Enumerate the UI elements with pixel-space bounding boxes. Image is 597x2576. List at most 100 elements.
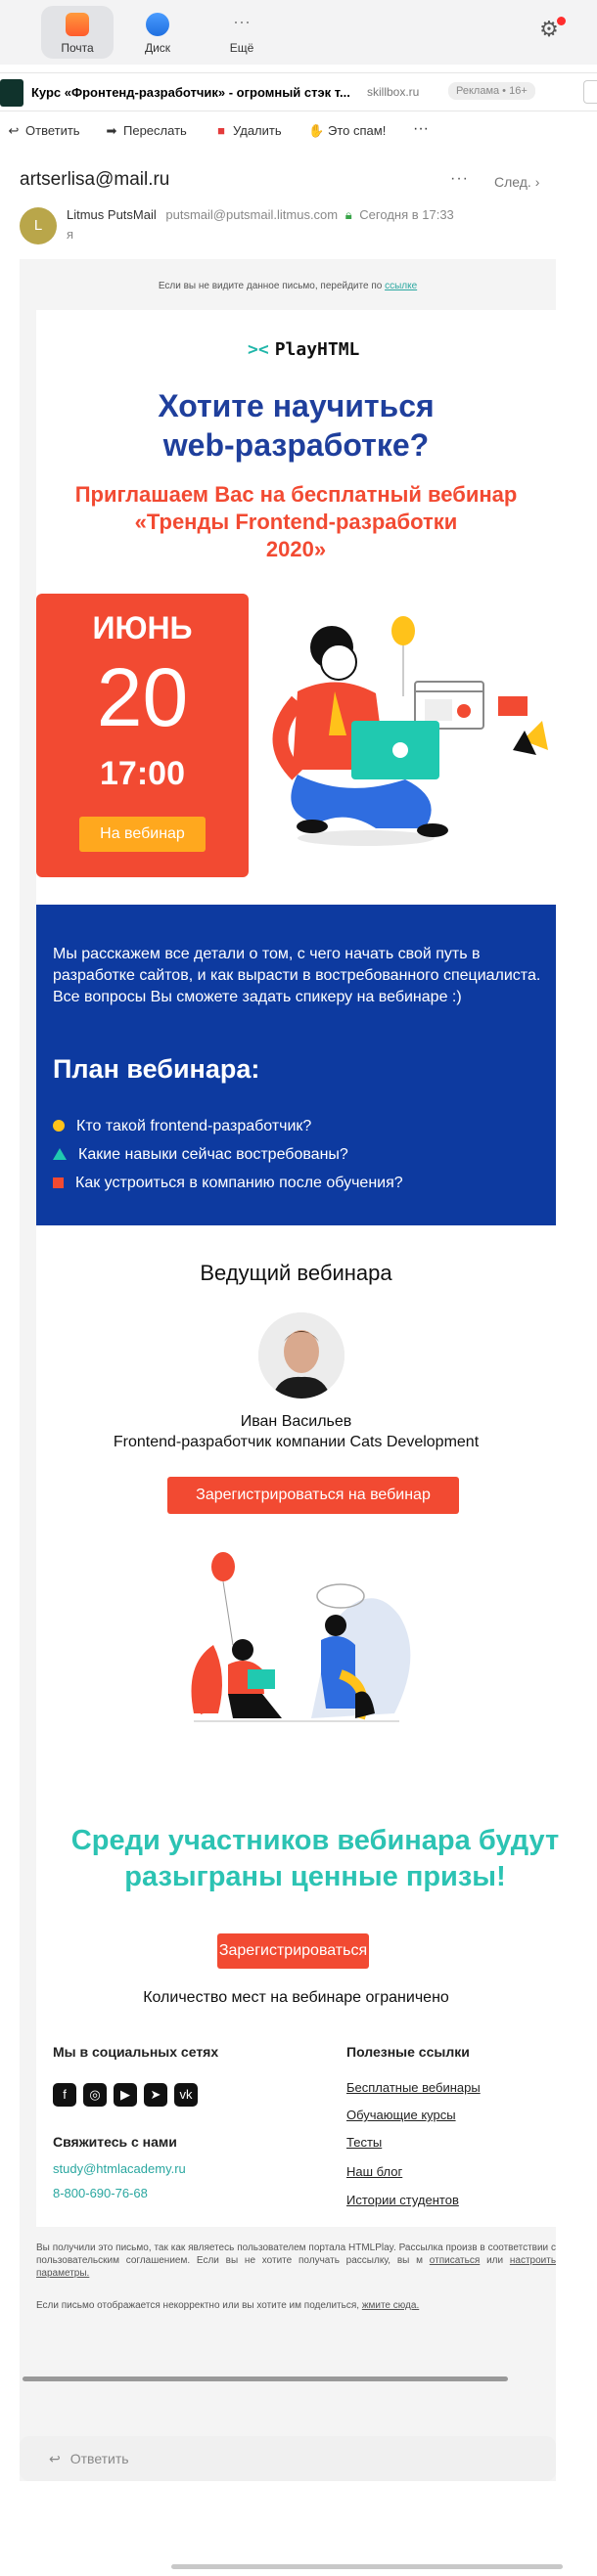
preheader-link[interactable]: ссылке — [385, 281, 417, 291]
contact-email[interactable]: study@htmlacademy.ru — [53, 2161, 186, 2176]
footer-link[interactable]: Обучающие курсы — [346, 2108, 456, 2122]
limited-seats-note: Количество мест на вебинаре ограничено — [143, 1989, 449, 2006]
tab-mail-label: Почта — [61, 41, 94, 55]
unsubscribe-link[interactable]: отписаться — [430, 2255, 480, 2266]
trash-icon: ■ — [217, 123, 225, 138]
to-me-label: я — [67, 227, 74, 242]
webinar-plan: Мы расскажем все детали о том, с чего на… — [36, 905, 556, 1225]
footer-link[interactable]: Наш блог — [346, 2164, 402, 2179]
ad-banner[interactable]: Курс «Фронтенд-разработчик» - огромный с… — [0, 72, 597, 111]
disk-icon — [146, 13, 169, 36]
preheader: Если вы не видите данное письмо, перейди… — [20, 281, 556, 291]
next-message-button[interactable]: След. › — [494, 174, 539, 190]
share-text: Если письмо отображается некорректно или… — [36, 2300, 360, 2311]
sender-address[interactable]: putsmail@putsmail.litmus.com — [165, 207, 338, 222]
next-label: След. — [494, 174, 531, 190]
chevron-right-icon: › — [534, 174, 540, 190]
spam-icon: ✋ — [308, 123, 325, 138]
header-more-button[interactable]: ··· — [450, 170, 469, 188]
app-bar: Почта Диск ··· Ещё ⚙ — [0, 0, 597, 65]
host-role: Frontend-разработчик компании Cats Devel… — [113, 1434, 480, 1450]
forward-button[interactable]: ➡ Переслать — [104, 123, 187, 139]
footer-link[interactable]: Бесплатные вебинары — [346, 2080, 481, 2095]
lock-icon: 🔒︎ — [344, 207, 352, 222]
square-bullet-icon — [53, 1177, 64, 1188]
mail-icon — [66, 13, 89, 36]
spam-button[interactable]: ✋ Это спам! — [308, 123, 386, 139]
headline: Хотите научиться web-разработке? — [36, 386, 556, 465]
delete-button[interactable]: ■ Удалить — [213, 123, 282, 138]
tab-more[interactable]: ··· Ещё — [206, 6, 278, 59]
reply-icon: ↩ — [49, 2451, 61, 2466]
footer-link[interactable]: Тесты — [346, 2135, 382, 2150]
register-button[interactable]: Зарегистрироваться — [217, 1933, 369, 1969]
share-link[interactable]: жмите сюда. — [362, 2300, 419, 2311]
playhtml-logo[interactable]: >< PlayHTML — [248, 339, 359, 360]
webinar-date-card: ИЮНЬ 20 17:00 На вебинар — [36, 594, 249, 877]
sender-line: Litmus PutsMail putsmail@putsmail.litmus… — [67, 207, 454, 223]
tab-disk[interactable]: Диск — [121, 6, 194, 59]
delete-label: Удалить — [233, 123, 282, 138]
telegram-icon[interactable]: ➤ — [144, 2083, 167, 2107]
more-actions-button[interactable]: ··· — [413, 120, 429, 138]
ad-thumbnail — [0, 79, 23, 107]
contact-phone[interactable]: 8-800-690-76-68 — [53, 2186, 148, 2200]
host-portrait-icon — [258, 1312, 344, 1399]
letter-card: >< PlayHTML Хотите научиться web-разработ… — [36, 310, 559, 2227]
subheadline-line-3: 2020» — [265, 537, 327, 561]
webinar-month: ИЮНЬ — [92, 610, 193, 645]
logo-icon: >< — [248, 339, 269, 360]
facebook-icon[interactable]: f — [53, 2083, 76, 2107]
webinar-day: 20 — [96, 651, 189, 743]
tab-mail[interactable]: Почта — [41, 6, 114, 59]
legal-notice: Вы получили это письмо, так как являетес… — [36, 2242, 556, 2280]
footer-link[interactable]: Истории студентов — [346, 2193, 459, 2207]
plan-item: Как устроиться в компанию после обучения… — [53, 1175, 403, 1192]
ad-badge: Реклама • 16+ — [448, 82, 535, 100]
to-webinar-button[interactable]: На вебинар — [79, 817, 206, 852]
legal-or: или — [486, 2255, 504, 2266]
contact-title: Свяжитесь с нами — [53, 2134, 177, 2150]
forward-label: Переслать — [123, 123, 187, 138]
message-date: Сегодня в 17:33 — [359, 207, 454, 222]
youtube-icon[interactable]: ▶ — [114, 2083, 137, 2107]
instagram-icon[interactable]: ◎ — [83, 2083, 107, 2107]
letter-footer: Мы в социальных сетях f ◎ ▶ ➤ vk Свяжитесь с… — [53, 2044, 542, 2220]
prize-line-1: Среди участников вебинара будут — [70, 1825, 560, 1856]
plan-item-text: Какие навыки сейчас востребованы? — [78, 1146, 348, 1163]
spam-label: Это спам! — [328, 123, 387, 138]
plan-item-text: Кто такой frontend-разработчик? — [76, 1118, 312, 1134]
plan-title: План вебинара: — [53, 1054, 260, 1084]
ad-close-button[interactable] — [583, 80, 597, 104]
quick-reply-bar[interactable]: ↩ Ответить — [20, 2436, 556, 2481]
webinar-time: 17:00 — [100, 755, 185, 792]
headline-line-2: web-разработке? — [162, 427, 430, 463]
links-title: Полезные ссылки — [346, 2044, 470, 2060]
triangle-bullet-icon — [53, 1148, 67, 1160]
letter-body: Если вы не видите данное письмо, перейди… — [20, 259, 559, 2481]
reply-button[interactable]: ↩ Ответить — [6, 123, 80, 139]
more-icon: ··· — [233, 12, 251, 31]
register-webinar-button[interactable]: Зарегистрироваться на вебинар — [167, 1477, 459, 1514]
ad-text: Курс «Фронтенд-разработчик» - огромный с… — [31, 85, 350, 100]
subheadline-line-2: «Тренды Frontend-разработки — [134, 510, 458, 534]
reply-label: Ответить — [25, 123, 80, 138]
circle-bullet-icon — [53, 1120, 65, 1132]
sender-name[interactable]: Litmus PutsMail — [67, 207, 157, 222]
page-scrollbar[interactable] — [171, 2564, 563, 2569]
social-links: f ◎ ▶ ➤ vk — [53, 2083, 205, 2107]
notification-dot — [557, 17, 566, 25]
plan-description: Мы расскажем все детали о том, с чего на… — [53, 946, 541, 1005]
subheadline: Приглашаем Вас на бесплатный вебинар «Тр… — [36, 481, 556, 563]
share-notice: Если письмо отображается некорректно или… — [36, 2300, 556, 2311]
prize-line-2: разыграны ценные призы! — [124, 1861, 506, 1892]
host-photo — [258, 1312, 344, 1399]
horizontal-scrollbar[interactable] — [23, 2376, 508, 2381]
plan-item: Кто такой frontend-разработчик? — [53, 1118, 311, 1135]
message-toolbar: ↩ Ответить ➡ Переслать ■ Удалить ✋ Это спам!… — [0, 117, 597, 149]
social-title: Мы в социальных сетях — [53, 2044, 219, 2060]
logo-text: PlayHTML — [274, 339, 360, 360]
vk-icon[interactable]: vk — [174, 2083, 198, 2107]
tab-disk-label: Диск — [144, 41, 171, 55]
plan-item-text: Как устроиться в компанию после обучения… — [75, 1175, 403, 1191]
